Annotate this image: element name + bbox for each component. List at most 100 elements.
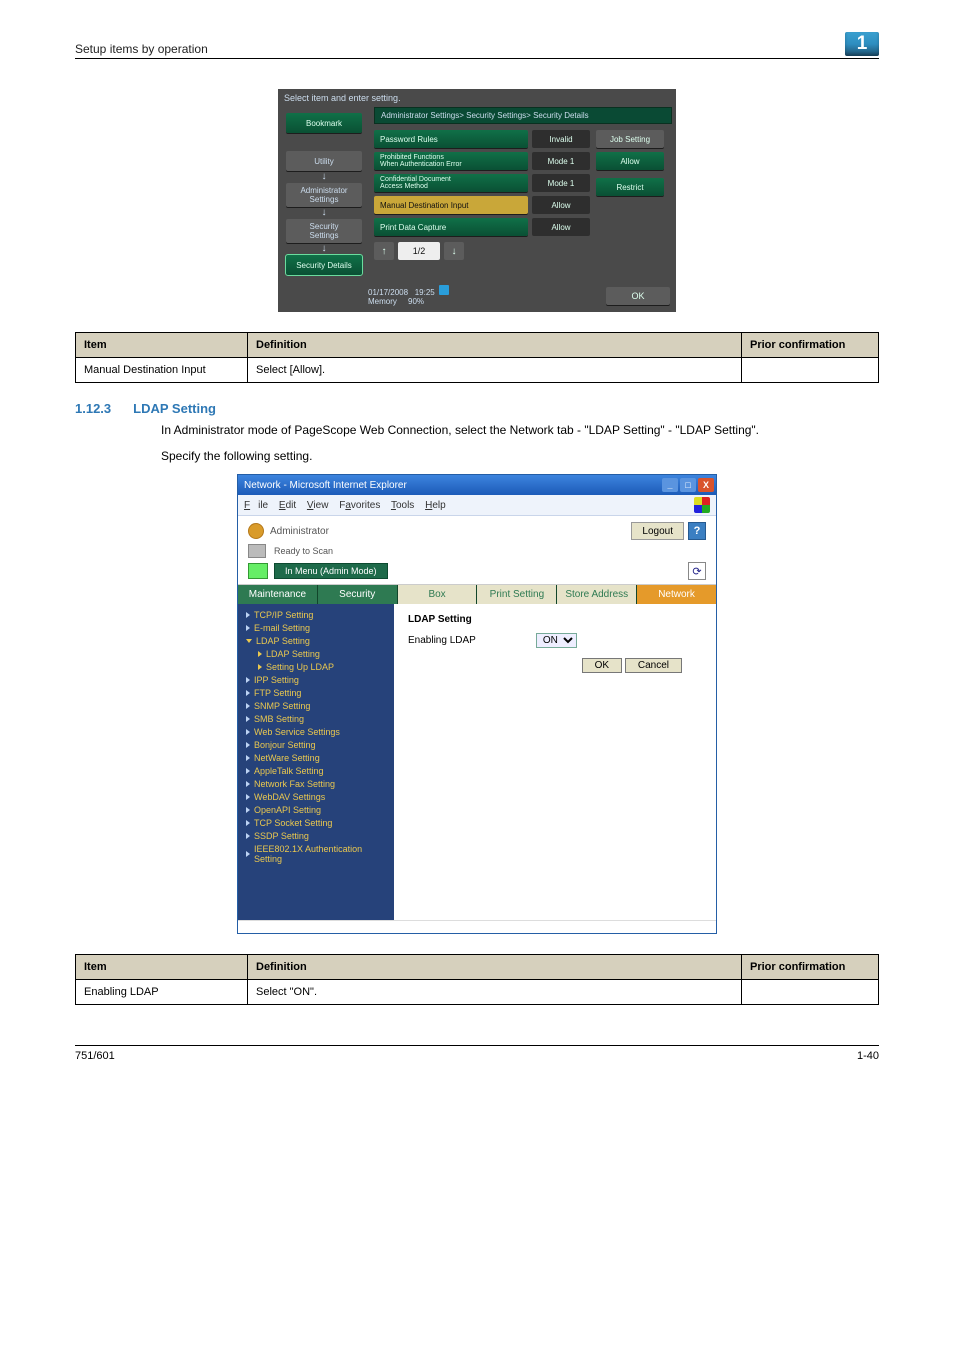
admin-settings-button[interactable]: Administrator Settings [286, 183, 362, 207]
triangle-icon [246, 781, 250, 787]
triangle-icon [246, 833, 250, 839]
nav-wss[interactable]: Web Service Settings [246, 727, 386, 737]
menu-favorites[interactable]: Favorites [339, 500, 380, 511]
allow-button[interactable]: Allow [596, 152, 664, 170]
nav-ssdp[interactable]: SSDP Setting [246, 831, 386, 841]
triangle-icon [246, 703, 250, 709]
manual-destination-button[interactable]: Manual Destination Input [374, 196, 528, 214]
nav-bonjour[interactable]: Bonjour Setting [246, 740, 386, 750]
td-def: Select "ON". [248, 980, 742, 1005]
prohibited-functions-button[interactable]: Prohibited Functions When Authentication… [374, 152, 528, 170]
print-data-capture-button[interactable]: Print Data Capture [374, 218, 528, 236]
nav-netfax[interactable]: Network Fax Setting [246, 779, 386, 789]
th-definition: Definition [248, 955, 742, 980]
triangle-icon [246, 807, 250, 813]
nav-ldap-sub2[interactable]: Setting Up LDAP [246, 662, 386, 672]
pager: ↑ 1/2 ↓ [374, 242, 590, 260]
footer-right: 1-40 [857, 1050, 879, 1062]
memory-label: Memory [368, 297, 397, 306]
chevron-down-icon: ↓ [322, 208, 327, 218]
triangle-icon [246, 729, 250, 735]
panel-ok-button[interactable]: OK [606, 287, 670, 305]
confidential-doc-button[interactable]: Confidential Document Access Method [374, 174, 528, 192]
minimize-icon[interactable]: _ [662, 478, 678, 492]
page-down-button[interactable]: ↓ [444, 242, 464, 260]
nav-ieee[interactable]: IEEE802.1X Authentication Setting [246, 844, 386, 864]
nav-snmp[interactable]: SNMP Setting [246, 701, 386, 711]
page-up-button[interactable]: ↑ [374, 242, 394, 260]
triangle-icon [258, 651, 262, 657]
bookmark-button[interactable]: Bookmark [286, 113, 362, 133]
restrict-button[interactable]: Restrict [596, 178, 664, 196]
ready-text: Ready to Scan [274, 546, 333, 556]
print-data-capture-value: Allow [532, 218, 590, 236]
tab-security[interactable]: Security [318, 585, 398, 604]
device-panel: Select item and enter setting. Bookmark … [278, 89, 676, 312]
nav-tcpip[interactable]: TCP/IP Setting [246, 610, 386, 620]
nav-ldap[interactable]: LDAP Setting [246, 636, 386, 646]
chevron-down-icon: ↓ [322, 244, 327, 254]
maximize-icon[interactable]: □ [680, 478, 696, 492]
page-indicator: 1/2 [398, 242, 440, 260]
tab-network[interactable]: Network [637, 585, 716, 604]
menu-view[interactable]: View [307, 500, 329, 511]
triangle-icon [246, 716, 250, 722]
security-settings-button[interactable]: Security Settings [286, 219, 362, 243]
tab-maintenance[interactable]: Maintenance [238, 585, 318, 604]
prohibited-functions-value: Mode 1 [532, 152, 590, 170]
content-heading: LDAP Setting [408, 614, 702, 625]
triangle-icon [246, 820, 250, 826]
help-icon[interactable]: ? [688, 522, 706, 540]
nav-webdav[interactable]: WebDAV Settings [246, 792, 386, 802]
nav-smb[interactable]: SMB Setting [246, 714, 386, 724]
job-setting-button[interactable]: Job Setting [596, 130, 664, 148]
nav-netware[interactable]: NetWare Setting [246, 753, 386, 763]
nav-email[interactable]: E-mail Setting [246, 623, 386, 633]
cancel-button[interactable]: Cancel [625, 658, 682, 673]
nav-ftp[interactable]: FTP Setting [246, 688, 386, 698]
mode-button[interactable]: In Menu (Admin Mode) [274, 563, 388, 579]
menu-edit[interactable]: Edit [279, 500, 296, 511]
definition-table-1: Item Definition Prior confirmation Manua… [75, 332, 879, 383]
nav-openapi[interactable]: OpenAPI Setting [246, 805, 386, 815]
enabling-ldap-label: Enabling LDAP [408, 635, 476, 646]
th-definition: Definition [248, 333, 742, 358]
enabling-ldap-select[interactable]: ON [536, 633, 577, 648]
triangle-icon [246, 677, 250, 683]
th-prior: Prior confirmation [742, 333, 879, 358]
td-item: Enabling LDAP [76, 980, 248, 1005]
password-rules-button[interactable]: Password Rules [374, 130, 528, 148]
status-icon [439, 285, 449, 295]
nav-ipp[interactable]: IPP Setting [246, 675, 386, 685]
utility-button[interactable]: Utility [286, 151, 362, 171]
password-rules-value: Invalid [532, 130, 590, 148]
logout-button[interactable]: Logout [631, 522, 684, 540]
panel-breadcrumb: Administrator Settings> Security Setting… [374, 107, 672, 124]
definition-table-2: Item Definition Prior confirmation Enabl… [75, 954, 879, 1005]
close-icon[interactable]: X [698, 478, 714, 492]
tab-print[interactable]: Print Setting [477, 585, 557, 604]
menu-tools[interactable]: Tools [391, 500, 414, 511]
triangle-icon [246, 625, 250, 631]
tab-store[interactable]: Store Address [557, 585, 637, 604]
menu-file[interactable]: File [244, 500, 268, 511]
triangle-icon [246, 851, 250, 857]
td-prior [742, 980, 879, 1005]
memory-value: 90% [408, 297, 424, 306]
refresh-icon[interactable]: ⟳ [688, 562, 706, 580]
menu-help[interactable]: Help [425, 500, 446, 511]
nav-tcpsocket[interactable]: TCP Socket Setting [246, 818, 386, 828]
nav-appletalk[interactable]: AppleTalk Setting [246, 766, 386, 776]
printer-status-icon [248, 544, 266, 558]
triangle-icon [246, 690, 250, 696]
triangle-icon [246, 612, 250, 618]
nav-ldap-sub[interactable]: LDAP Setting [246, 649, 386, 659]
td-prior [742, 358, 879, 383]
browser-window: Network - Microsoft Internet Explorer _ … [237, 474, 717, 934]
ok-button[interactable]: OK [582, 658, 622, 673]
tab-box[interactable]: Box [398, 585, 478, 604]
security-details-button[interactable]: Security Details [286, 255, 362, 275]
triangle-icon [246, 794, 250, 800]
confidential-doc-value: Mode 1 [532, 174, 590, 192]
printer-icon [248, 563, 268, 579]
